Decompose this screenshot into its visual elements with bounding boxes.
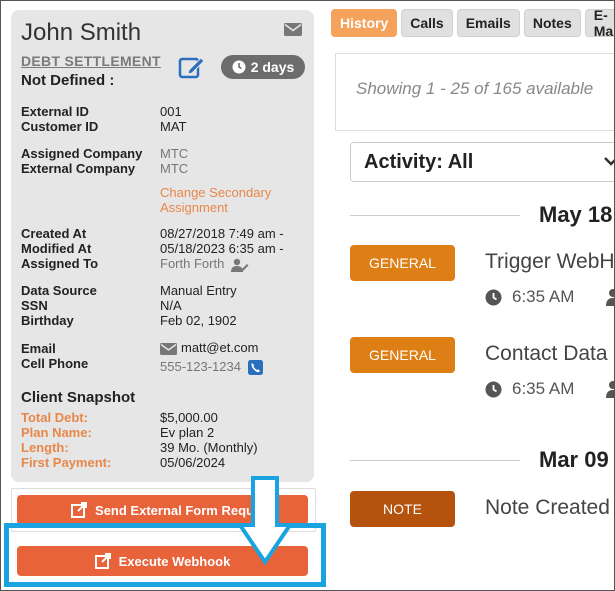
sub-status: Not Defined :	[21, 72, 115, 89]
plan-name-value: Ev plan 2	[160, 425, 215, 440]
user-icon	[606, 381, 614, 398]
data-source-label: Data Source	[21, 283, 97, 298]
created-at-value: 08/27/2018 7:49 am -	[160, 226, 284, 241]
tab-notes[interactable]: Notes	[523, 9, 581, 37]
email-text[interactable]: matt@et.com	[181, 340, 259, 355]
plan-name-label: Plan Name:	[21, 425, 92, 440]
external-link-icon	[71, 502, 88, 518]
birthday-value: Feb 02, 1902	[160, 313, 237, 328]
data-source-value: Manual Entry	[160, 283, 237, 298]
envelope-icon[interactable]	[284, 23, 302, 36]
clock-icon	[485, 381, 502, 397]
clock-icon	[485, 289, 502, 305]
client-name: John Smith	[21, 19, 142, 46]
entry-badge-general: GENERAL	[350, 245, 455, 281]
date-heading: Mar 09	[539, 447, 609, 472]
send-external-form-label: Send External Form Requ	[95, 502, 254, 518]
length-value: 39 Mo. (Monthly)	[160, 440, 258, 455]
entry-time-text: 6:35 AM	[512, 379, 575, 398]
modified-at-value: 05/18/2023 6:35 am -	[160, 241, 284, 256]
tab-emails[interactable]: Emails	[456, 9, 520, 37]
chevron-down-icon[interactable]	[603, 153, 615, 169]
days-badge: 2 days	[221, 55, 305, 79]
entry-title[interactable]: Contact Data	[485, 342, 608, 366]
created-at-label: Created At	[21, 226, 87, 241]
cell-phone-text[interactable]: 555-123-1234	[160, 359, 241, 374]
date-divider	[350, 215, 520, 216]
customer-id-label: Customer ID	[21, 119, 99, 134]
crm-client-page: John Smith DEBT SETTLEMENT 2 days Not De…	[0, 0, 615, 591]
entry-badge-general: GENERAL	[350, 337, 455, 373]
customer-id-value: MAT	[160, 119, 187, 134]
assigned-company-label: Assigned Company	[21, 146, 143, 161]
clock-icon	[232, 60, 246, 74]
assigned-company-value: MTC	[160, 146, 189, 161]
first-payment-label: First Payment:	[21, 455, 112, 470]
external-link-icon	[94, 553, 111, 569]
tab-history[interactable]: History	[331, 9, 398, 37]
down-arrow-annotation	[238, 476, 292, 565]
total-debt-label: Total Debt:	[21, 410, 88, 425]
email-label: Email	[21, 341, 56, 356]
history-tabs: History Calls Emails Notes E-Mai	[331, 7, 614, 39]
external-company-value: MTC	[160, 161, 189, 176]
total-debt-value: $5,000.00	[160, 410, 218, 425]
results-count: Showing 1 - 25 of 165 available	[356, 79, 594, 98]
assigned-to-name: Forth Forth	[160, 256, 225, 271]
external-company-label: External Company	[21, 161, 136, 176]
entry-time-text: 6:35 AM	[512, 287, 575, 306]
tab-calls[interactable]: Calls	[401, 9, 453, 37]
snapshot-title: Client Snapshot	[21, 389, 136, 406]
external-id-label: External ID	[21, 104, 89, 119]
change-secondary-link[interactable]: Change Secondary	[160, 185, 271, 200]
modified-at-label: Modified At	[21, 241, 92, 256]
user-edit-icon[interactable]	[230, 258, 249, 272]
assigned-to-label: Assigned To	[21, 256, 99, 271]
activity-filter-select[interactable]: Activity: All	[350, 142, 614, 182]
cell-phone-value[interactable]: 555-123-1234	[160, 359, 263, 376]
cell-phone-label: Cell Phone	[21, 356, 89, 371]
birthday-label: Birthday	[21, 313, 74, 328]
entry-badge-note: NOTE	[350, 491, 455, 527]
days-badge-text: 2 days	[250, 59, 295, 75]
entry-title[interactable]: Note Created	[485, 496, 610, 520]
change-secondary-link-line2[interactable]: Assignment	[160, 200, 228, 215]
client-card: John Smith DEBT SETTLEMENT 2 days Not De…	[11, 10, 314, 482]
date-divider	[350, 460, 520, 461]
execute-webhook-label: Execute Webhook	[118, 553, 231, 569]
email-value[interactable]: matt@et.com	[160, 340, 259, 355]
external-id-value: 001	[160, 104, 182, 119]
first-payment-value: 05/06/2024	[160, 455, 226, 470]
phone-icon[interactable]	[247, 360, 263, 376]
entry-time: 6:35 AM	[485, 379, 574, 399]
entry-title[interactable]: Trigger WebH	[485, 250, 614, 274]
ssn-label: SSN	[21, 298, 48, 313]
length-label: Length:	[21, 440, 69, 455]
envelope-icon	[160, 342, 177, 355]
tab-email[interactable]: E-Mai	[584, 7, 614, 39]
activity-filter-value: Activity: All	[364, 150, 474, 173]
entry-time: 6:35 AM	[485, 287, 574, 307]
ssn-value: N/A	[160, 298, 182, 313]
date-heading: May 18	[539, 202, 613, 227]
assigned-to-value: Forth Forth	[160, 256, 249, 272]
user-icon	[606, 289, 614, 306]
edit-icon[interactable]	[178, 53, 206, 81]
status-link[interactable]: DEBT SETTLEMENT	[21, 53, 161, 69]
